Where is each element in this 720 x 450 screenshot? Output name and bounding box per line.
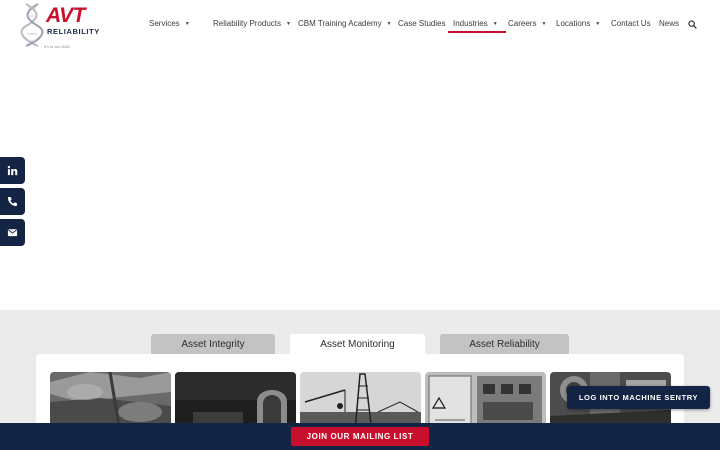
nav-services[interactable]: Services ▼ [149, 19, 190, 28]
caret-down-icon: ▼ [595, 20, 601, 27]
nav-label: Industries [453, 19, 488, 28]
linkedin-icon [7, 165, 18, 176]
caret-down-icon: ▼ [541, 20, 547, 27]
nav-label: News [659, 19, 680, 28]
envelope-icon [7, 229, 18, 237]
avt-logo[interactable]: AVT RELIABILITY It's in our DNA [20, 2, 100, 50]
caret-down-icon: ▼ [386, 20, 392, 27]
nav-contact-us[interactable]: Contact Us [611, 19, 651, 28]
nav-label: Reliability Products [213, 19, 282, 28]
caret-down-icon: ▼ [286, 20, 291, 27]
nav-careers[interactable]: Careers ▼ [508, 19, 546, 28]
nav-label: Contact Us [611, 19, 651, 28]
logo-brand-text: AVT [46, 4, 85, 27]
phone-icon [7, 196, 18, 207]
nav-industries[interactable]: Industries ▼ [448, 19, 506, 33]
nav-cbm-training-academy[interactable]: CBM Training Academy ▼ [298, 19, 392, 28]
nav-label: Case Studies [398, 19, 446, 28]
caret-down-icon: ▼ [184, 20, 190, 27]
linkedin-button[interactable] [0, 157, 25, 184]
email-button[interactable] [0, 219, 25, 246]
nav-reliability-products[interactable]: Reliability Products ▼ [213, 19, 291, 28]
join-mailing-list-button[interactable]: JOIN OUR MAILING LIST [291, 427, 429, 446]
search-icon[interactable] [688, 20, 697, 29]
logo-sub-text: RELIABILITY [47, 27, 100, 36]
nav-label: CBM Training Academy [298, 19, 382, 28]
nav-locations[interactable]: Locations ▼ [556, 19, 600, 28]
machine-sentry-login-button[interactable]: LOG INTO MACHINE SENTRY [567, 386, 710, 409]
nav-case-studies[interactable]: Case Studies [398, 19, 446, 28]
caret-down-icon: ▼ [492, 20, 498, 27]
nav-label: Services [149, 19, 180, 28]
nav-label: Locations [556, 19, 591, 28]
tab-asset-monitoring[interactable]: Asset Monitoring [290, 334, 425, 354]
dna-helix-icon [20, 3, 44, 47]
site-header: AVT RELIABILITY It's in our DNA Services… [0, 0, 720, 52]
tab-asset-integrity[interactable]: Asset Integrity [151, 334, 275, 354]
nav-news[interactable]: News [659, 19, 679, 28]
phone-button[interactable] [0, 188, 25, 215]
nav-label: Careers [508, 19, 537, 28]
logo-tagline: It's in our DNA [44, 44, 70, 49]
tab-asset-reliability[interactable]: Asset Reliability [440, 334, 569, 354]
